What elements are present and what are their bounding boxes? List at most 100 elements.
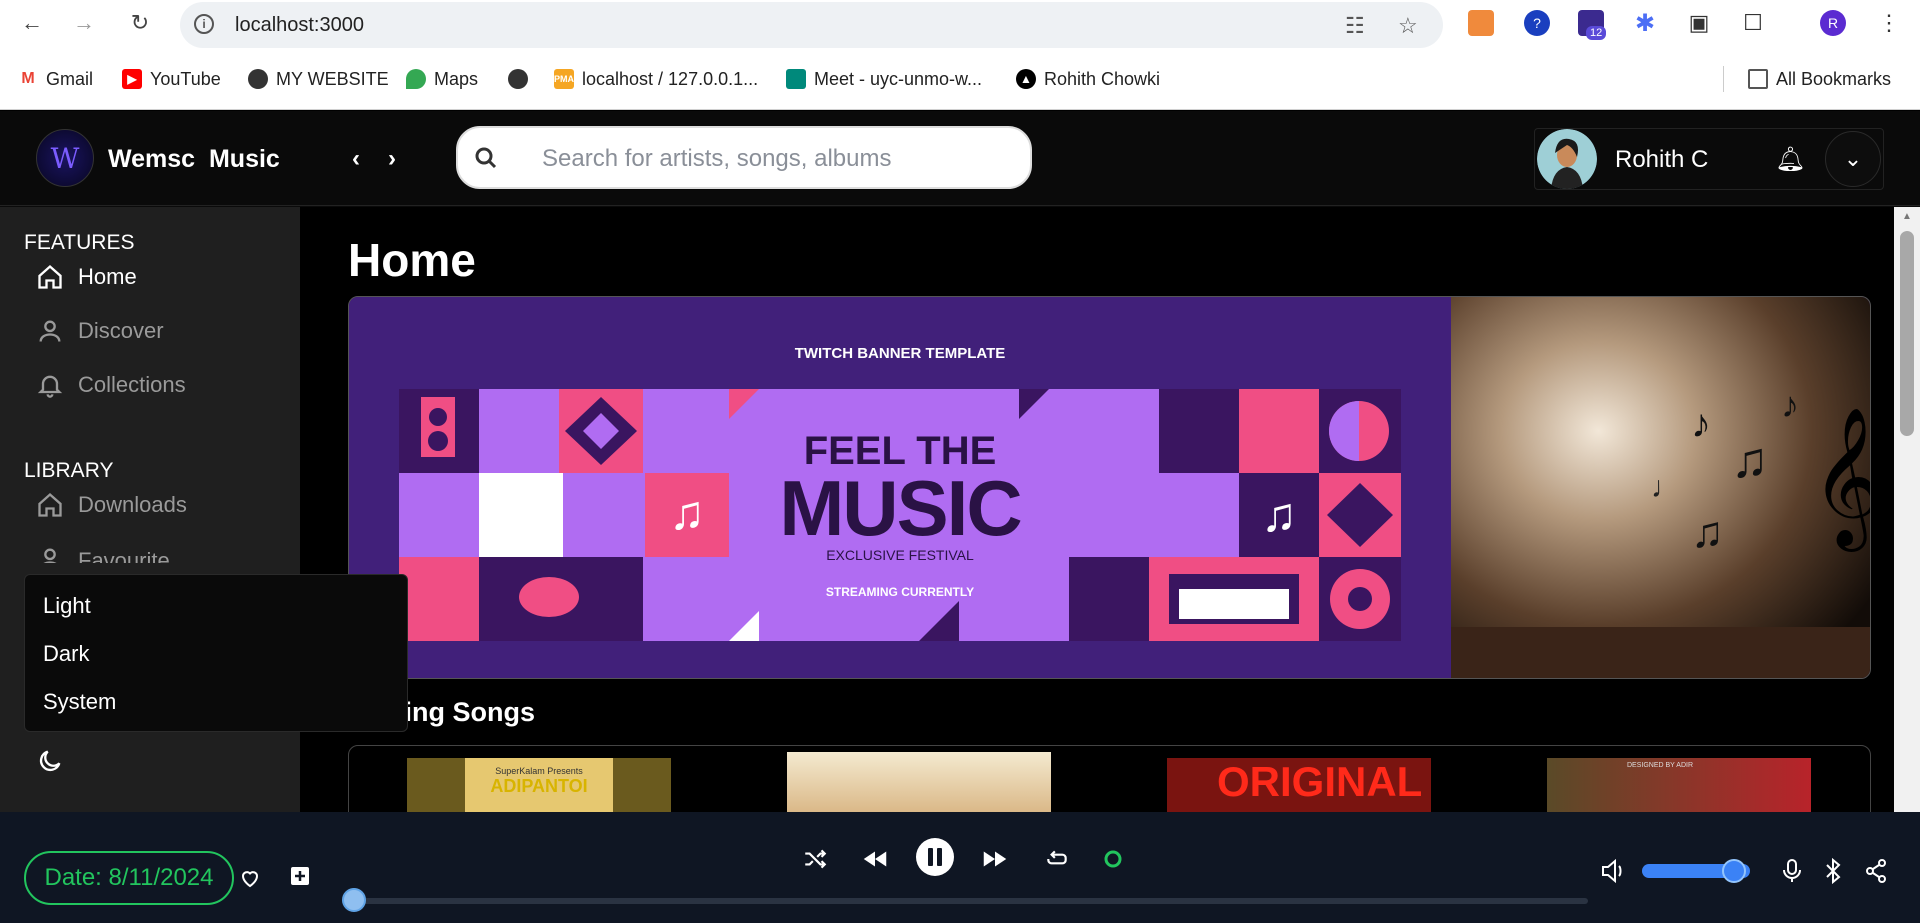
home-icon [38,264,62,289]
repeat-icon[interactable] [1044,846,1070,872]
theme-option-light[interactable]: Light [43,593,91,619]
song-thumb-2[interactable] [787,752,1051,812]
svg-text:𝄞: 𝄞 [1811,409,1871,552]
bookmark-globe[interactable] [508,68,536,90]
bookmark-meet[interactable]: Meet - uyc-unmo-w... [786,68,982,90]
bookmark-divider [1723,66,1724,92]
sidebar-item-label: Downloads [78,492,187,517]
page-title: Home [348,234,476,286]
address-bar[interactable]: i localhost:3000 ☷ ☆ [180,2,1443,48]
star-icon[interactable]: ☆ [1398,13,1418,39]
back-icon[interactable]: ← [20,10,44,35]
triangle-icon: ▲ [1016,69,1036,89]
folder-icon [1748,69,1768,89]
chevron-right-icon[interactable]: › [388,145,396,173]
song-thumb-3[interactable]: ORIGINAL [1167,758,1431,812]
volume-handle[interactable] [1721,859,1746,883]
sidebar-item-favourite[interactable]: Favourite [36,543,170,563]
scroll-up-icon[interactable]: ▲ [1902,211,1912,222]
search-bar[interactable]: Search for artists, songs, albums [456,126,1032,189]
banner-carousel[interactable]: TWITCH BANNER TEMPLATE ♫ ♫ FEEL THE MUSI… [348,296,1871,679]
trending-heading: ding Songs [388,697,535,727]
forward-icon[interactable]: → [72,10,96,35]
bluetooth-icon[interactable] [1822,858,1844,884]
sidebar-item-collections[interactable]: Collections [36,369,186,401]
sidebar-item-label: Favourite [78,548,170,563]
bookmark-label: Gmail [46,68,94,89]
song-thumb-poster: SuperKalam Presents ADIPANTOI [465,758,613,812]
add-playlist-icon[interactable] [288,864,312,888]
bookmark-rohith[interactable]: ▲ Rohith Chowki [1016,68,1160,90]
search-input[interactable]: Search for artists, songs, albums [542,145,891,173]
moon-icon[interactable] [36,747,64,775]
globe-icon [248,69,268,89]
microphone-icon[interactable] [1780,858,1804,884]
chevron-left-icon[interactable]: ‹ [352,145,360,173]
banner-headline-2: MUSIC [779,464,1022,552]
banner-subtitle: TWITCH BANNER TEMPLATE [794,345,1006,362]
meet-icon [786,69,806,89]
address-row: ← → ↻ i localhost:3000 ☷ ☆ ? 12 ✱ ▣ ☐ R … [0,0,1920,48]
pip-icon[interactable]: ▣ [1686,10,1712,36]
phpmyadmin-icon: PMA [554,69,574,89]
heart-icon[interactable] [238,866,262,890]
reload-icon[interactable]: ↻ [128,10,152,35]
sidebar-item-home[interactable]: Home [36,261,137,293]
translate-icon[interactable]: ☷ [1345,13,1365,39]
theme-menu: Light Dark System [24,574,408,732]
previous-icon[interactable] [860,844,890,874]
song-thumb-1[interactable]: SuperKalam Presents ADIPANTOI [407,758,671,812]
progress-handle[interactable] [342,888,366,912]
all-bookmarks-label: All Bookmarks [1776,68,1892,89]
trending-songs-list: SuperKalam Presents ADIPANTOI ORIGINAL D… [348,745,1871,812]
sidebar-item-downloads[interactable]: Downloads [36,489,187,521]
puzzle-icon[interactable]: ☐ [1740,10,1766,36]
user-name: Rohith C [1615,146,1709,173]
progress-track[interactable] [342,898,1588,904]
shuffle-icon[interactable] [802,846,828,872]
url-text[interactable]: localhost:3000 [235,14,364,37]
svg-text:♪: ♪ [1781,384,1799,425]
avatar[interactable] [1537,129,1597,189]
chevron-down-icon[interactable]: ⌄ [1825,131,1881,187]
volume-icon[interactable] [1600,858,1628,884]
share-icon[interactable] [1864,858,1888,884]
user-menu[interactable]: Rohith C 🔔︎ ⌄ [1534,128,1884,190]
theme-option-dark[interactable]: Dark [43,641,89,667]
music-notes-image: ♪ ♫ ♩ ♪ ♫ 𝄞 [1451,384,1871,678]
main-content: Home TWITCH BANNER TEMPLATE ♫ ♫ FEEL THE… [300,207,1894,812]
notification-bell-icon[interactable]: 🔔︎ [1775,145,1805,174]
thumb-top-text: SuperKalam Presents [495,766,583,776]
bookmark-my-website[interactable]: MY WEBSITE [248,68,389,90]
theme-option-system[interactable]: System [43,689,116,715]
app-logo[interactable]: W [36,129,94,187]
bookmark-label: localhost / 127.0.0.1... [582,68,759,89]
bookmark-maps[interactable]: Maps [406,68,478,90]
player-bar: Date: 8/11/2024 [0,812,1920,923]
page-scrollbar[interactable]: ▲ [1894,207,1920,812]
thumb-caption: DESIGNED BY ADIR [1627,762,1694,769]
menu-icon[interactable]: ⋮ [1876,10,1902,36]
site-info-icon[interactable]: i [194,14,214,34]
scroll-thumb[interactable] [1900,231,1914,436]
help-extension-icon[interactable]: ? [1524,10,1550,36]
snowflake-extension-icon[interactable]: ✱ [1632,10,1658,37]
bookmark-phpmyadmin[interactable]: PMA localhost / 127.0.0.1... [554,68,758,90]
extension-icon-1[interactable] [1468,10,1494,36]
pause-icon [928,848,942,866]
profile-avatar[interactable]: R [1820,10,1846,36]
next-icon[interactable] [980,844,1010,874]
maps-icon [406,69,426,89]
svg-text:♫: ♫ [1691,508,1724,557]
features-heading: FEATURES [24,231,135,254]
svg-text:♩: ♩ [1651,471,1681,504]
pause-button[interactable] [916,838,954,876]
all-bookmarks[interactable]: All Bookmarks [1748,68,1891,90]
bookmark-youtube[interactable]: ▶ YouTube [122,68,221,90]
app-header: W Wemsc Music ‹ › Search for artists, so… [0,111,1920,206]
bookmark-gmail[interactable]: M Gmail [18,68,93,90]
sidebar-item-discover[interactable]: Discover [36,315,164,347]
svg-text:♪: ♪ [1691,402,1711,446]
extension-badge: 12 [1586,26,1607,40]
song-thumb-4[interactable]: DESIGNED BY ADIR [1547,758,1811,812]
